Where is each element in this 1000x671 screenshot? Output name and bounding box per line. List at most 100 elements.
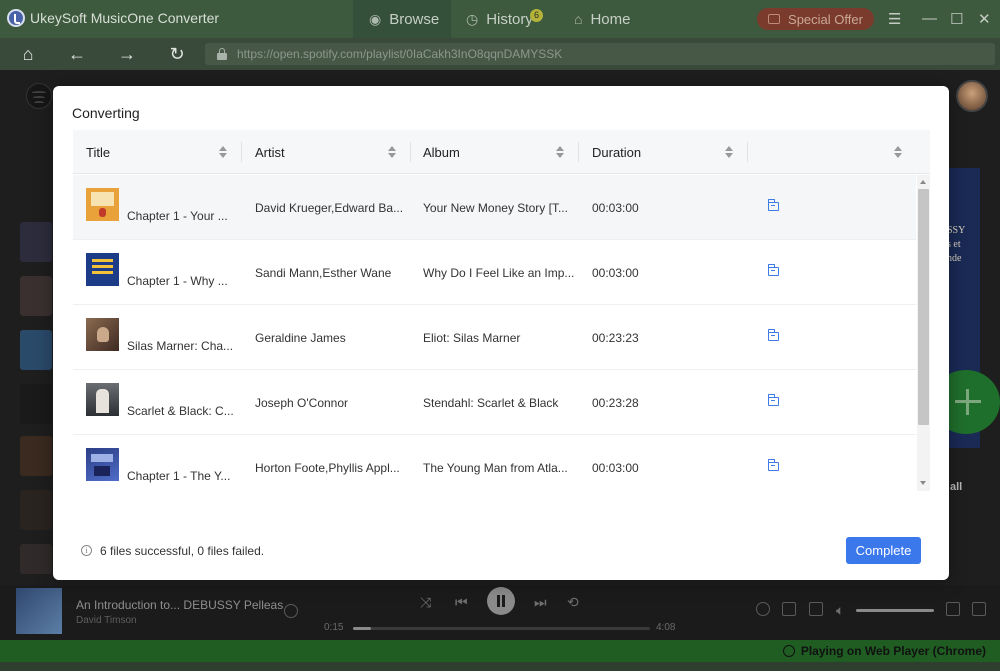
- status-bar: Playing on Web Player (Chrome): [0, 640, 1000, 662]
- track-artist: David Krueger,Edward Ba...: [255, 200, 404, 215]
- track-duration: 00:03:00: [592, 265, 639, 280]
- progress-bar[interactable]: [353, 627, 650, 630]
- clock-icon: ◷: [466, 10, 479, 27]
- sidebar-playlist-thumb[interactable]: [20, 384, 52, 424]
- reload-button[interactable]: ↻: [165, 42, 189, 66]
- menu-icon[interactable]: ☰: [888, 10, 901, 28]
- track-cover: [86, 383, 119, 416]
- sidebar-playlist-thumb[interactable]: [20, 544, 52, 574]
- sort-artist-icon[interactable]: [388, 145, 396, 159]
- open-folder-icon[interactable]: [767, 264, 779, 276]
- back-button[interactable]: ←: [65, 42, 89, 66]
- progress-fill: [353, 627, 371, 630]
- pause-button[interactable]: [487, 587, 515, 615]
- track-artist: Joseph O'Connor: [255, 395, 349, 410]
- open-folder-icon[interactable]: [767, 394, 779, 406]
- track-artist: Sandi Mann,Esther Wane: [255, 265, 392, 280]
- track-duration: 00:03:00: [592, 200, 639, 215]
- spotify-logo-icon: [26, 83, 52, 109]
- tab-history-label: History: [486, 10, 533, 28]
- column-header-title[interactable]: Title: [86, 130, 110, 174]
- queue-icon[interactable]: [782, 602, 796, 616]
- track-duration: 00:23:28: [592, 395, 639, 410]
- scroll-thumb[interactable]: [918, 189, 929, 425]
- title-bar: UkeySoft MusicOne Converter ◉ Browse ◷ H…: [0, 0, 1000, 38]
- sort-duration-icon[interactable]: [725, 145, 733, 159]
- maximize-icon[interactable]: ☐: [950, 10, 963, 28]
- column-divider: [241, 142, 242, 162]
- converting-dialog: Converting Title Artist Album Duration C…: [53, 86, 949, 580]
- open-folder-icon[interactable]: [767, 329, 779, 341]
- status-text: Playing on Web Player (Chrome): [782, 644, 986, 658]
- column-divider: [747, 142, 748, 162]
- save-to-library-icon[interactable]: [284, 604, 298, 618]
- sidebar-playlist-thumb[interactable]: [20, 330, 52, 370]
- table-row[interactable]: Silas Marner: Cha... Geraldine James Eli…: [73, 305, 916, 370]
- lyrics-icon[interactable]: [756, 602, 770, 616]
- table-scrollbar[interactable]: [917, 175, 930, 491]
- tab-history[interactable]: ◷ History: [466, 0, 556, 38]
- track-artist: Horton Foote,Phyllis Appl...: [255, 460, 400, 475]
- sort-title-icon[interactable]: [219, 145, 227, 159]
- track-cover: [86, 448, 119, 481]
- see-all-link[interactable]: all: [950, 481, 962, 493]
- current-time: 0:15: [324, 622, 344, 633]
- track-album: Eliot: Silas Marner: [423, 330, 521, 345]
- volume-icon[interactable]: 🔈︎: [836, 602, 844, 619]
- scroll-up-icon[interactable]: [920, 180, 926, 184]
- special-offer-button[interactable]: Special Offer: [757, 8, 874, 30]
- sidebar-playlist-thumb[interactable]: [20, 490, 52, 530]
- previous-icon[interactable]: ⏮: [455, 594, 468, 611]
- close-icon[interactable]: ✕: [978, 10, 991, 28]
- url-field[interactable]: https://open.spotify.com/playlist/0IaCak…: [205, 43, 995, 65]
- now-playing-cover[interactable]: [16, 588, 62, 634]
- track-artist: Geraldine James: [255, 330, 346, 345]
- now-playing-artist[interactable]: David Timson: [76, 615, 137, 626]
- conversion-summary: 6 files successful, 0 files failed.: [100, 544, 265, 558]
- sidebar-playlist-thumb[interactable]: [20, 436, 52, 476]
- minimize-icon[interactable]: —: [922, 10, 937, 27]
- home-button[interactable]: ⌂: [16, 42, 40, 66]
- track-album: Stendahl: Scarlet & Black: [423, 395, 559, 410]
- url-text: https://open.spotify.com/playlist/0IaCak…: [237, 47, 563, 61]
- address-bar: ⌂ ← → ↻ https://open.spotify.com/playlis…: [0, 38, 1000, 70]
- volume-slider[interactable]: [856, 609, 934, 612]
- app-logo-icon: [7, 9, 25, 27]
- sort-actions-icon[interactable]: [894, 145, 902, 159]
- forward-button[interactable]: →: [115, 42, 139, 66]
- connect-device-icon[interactable]: [809, 602, 823, 616]
- tab-home[interactable]: ⌂ Home: [574, 0, 664, 38]
- column-header-duration[interactable]: Duration: [592, 130, 641, 174]
- miniplayer-icon[interactable]: [946, 602, 960, 616]
- window-bottom-edge: [0, 662, 1000, 671]
- track-title: Chapter 1 - Your ...: [127, 209, 228, 223]
- table-row[interactable]: Chapter 1 - Your ... David Krueger,Edwar…: [73, 175, 916, 240]
- home-icon: ⌂: [574, 11, 583, 27]
- column-header-album[interactable]: Album: [423, 130, 460, 174]
- open-folder-icon[interactable]: [767, 459, 779, 471]
- player-bar: An Introduction to... DEBUSSY Pelleas Da…: [0, 585, 1000, 640]
- fullscreen-icon[interactable]: [972, 602, 986, 616]
- avatar[interactable]: [956, 80, 988, 112]
- scroll-down-icon[interactable]: [920, 481, 926, 485]
- repeat-icon[interactable]: ⟲: [567, 594, 579, 611]
- table-row[interactable]: Chapter 1 - Why ... Sandi Mann,Esther Wa…: [73, 240, 916, 305]
- now-playing-title[interactable]: An Introduction to... DEBUSSY Pelleas: [76, 598, 283, 612]
- sort-album-icon[interactable]: [556, 145, 564, 159]
- next-icon[interactable]: ⏭: [534, 594, 547, 611]
- table-row[interactable]: Chapter 1 - The Y... Horton Foote,Phylli…: [73, 435, 916, 491]
- tab-browse-label: Browse: [389, 10, 440, 28]
- tab-browse[interactable]: ◉ Browse: [353, 0, 451, 38]
- column-header-artist[interactable]: Artist: [255, 130, 285, 174]
- track-album: Your New Money Story [T...: [423, 200, 568, 215]
- total-time: 4:08: [656, 622, 676, 633]
- sidebar-playlist-thumb[interactable]: [20, 222, 52, 262]
- sidebar-playlist-thumb[interactable]: [20, 276, 52, 316]
- shuffle-icon[interactable]: ⤨: [420, 594, 431, 611]
- open-folder-icon[interactable]: [767, 199, 779, 211]
- complete-button[interactable]: Complete: [846, 537, 921, 564]
- info-icon: i: [81, 545, 92, 556]
- tab-home-label: Home: [590, 10, 631, 28]
- table-row[interactable]: Scarlet & Black: C... Joseph O'Connor St…: [73, 370, 916, 435]
- table-body: Chapter 1 - Your ... David Krueger,Edwar…: [73, 175, 916, 491]
